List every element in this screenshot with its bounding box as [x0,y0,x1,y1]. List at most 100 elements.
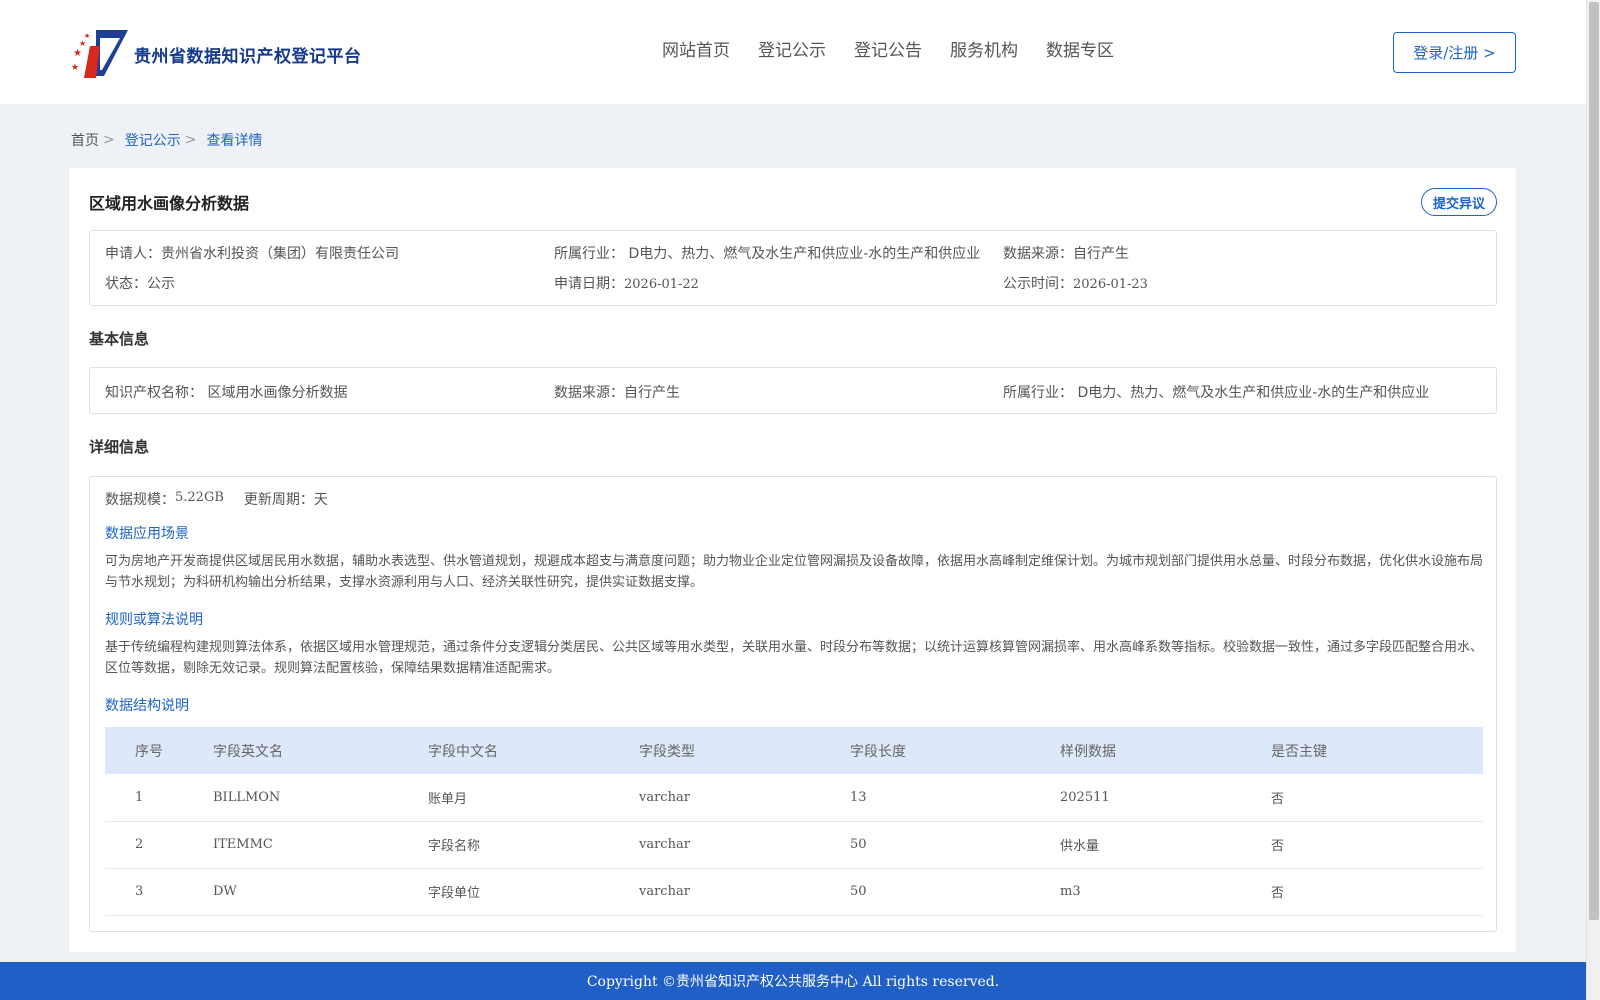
submit-objection-button[interactable]: 提交异议 [1421,188,1497,216]
source-label: 数据来源： [1003,246,1073,262]
nav-registration-announcement[interactable]: 登记公告 [854,36,922,61]
publish-time-field: 公示时间：2026-01-23 [1003,273,1148,293]
cycle-value: 天 [313,492,328,508]
industry-value: D电力、热力、燃气及水生产和供应业-水的生产和供应业 [628,246,981,262]
cell-primary-key: 否 [1271,774,1483,822]
nav-registration-publicity[interactable]: 登记公示 [758,36,826,61]
cell-type: varchar [639,868,850,916]
basic-industry-value: D电力、热力、燃气及水生产和供应业-水的生产和供应业 [1077,385,1430,401]
col-header-type: 字段类型 [639,727,850,774]
scale-value: 5.22GB [175,490,224,505]
ip-name-label: 知识产权名称： [105,385,203,401]
col-header-en-name: 字段英文名 [213,727,428,774]
ip-name-value: 区域用水画像分析数据 [207,385,348,401]
status-label: 状态： [105,276,147,292]
page-title: 区域用水画像分析数据 [89,194,250,213]
table-row: 3 DW 字段单位 varchar 50 m3 否 [105,868,1483,916]
ip-name-field: 知识产权名称： 区域用水画像分析数据 [105,382,347,402]
table-row: 1 BILLMON 账单月 varchar 13 202511 否 [105,774,1483,822]
structure-title: 数据结构说明 [105,698,189,714]
cycle-label: 更新周期： [243,492,314,508]
status-field: 状态：公示 [105,273,175,293]
cell-length: 13 [850,774,1060,822]
cell-sample: 202511 [1060,774,1271,822]
page-scrollbar[interactable] [1586,0,1600,1000]
source-value: 自行产生 [1073,246,1129,262]
basic-source-field: 数据来源：自行产生 [554,382,680,402]
detail-info-title: 详细信息 [89,438,150,456]
table-row: 2 ITEMMC 字段名称 varchar 50 供水量 否 [105,821,1483,869]
platform-logo-icon: ★ ★ ★ ★ [71,30,128,78]
cell-type: varchar [639,774,850,822]
breadcrumb-home[interactable]: 首页 [71,130,99,150]
cell-cn-name: 字段名称 [428,821,639,869]
col-header-primary-key: 是否主键 [1271,727,1483,774]
status-value: 公示 [147,276,175,292]
scale-label: 数据规模： [105,492,175,508]
applicant-label: 申请人： [105,246,161,262]
col-header-index: 序号 [105,727,213,774]
col-header-sample: 样例数据 [1060,727,1271,774]
detail-meta: 数据规模： 5.22GB 更新周期： 天 [105,489,328,509]
svg-text:★: ★ [79,39,86,48]
data-structure-table: 序号 字段英文名 字段中文名 字段类型 字段长度 样例数据 是否主键 1 BIL… [105,727,1483,916]
basic-source-value: 自行产生 [624,385,680,401]
breadcrumb-separator: > [103,132,115,148]
footer-copyright: Copyright ©贵州省知识产权公共服务中心 All rights rese… [586,974,1000,990]
scenario-text: 可为房地产开发商提供区域居民用水数据，辅助水表选型、供水管道规划，规避成本超支与… [105,554,1484,590]
brand[interactable]: ★ ★ ★ ★ 贵州省数据知识产权登记平台 [70,26,362,80]
col-header-length: 字段长度 [850,727,1060,774]
cell-index: 2 [105,821,213,869]
cell-sample: m3 [1060,868,1271,916]
basic-info-box: 知识产权名称： 区域用水画像分析数据 数据来源：自行产生 所属行业： D电力、热… [89,367,1497,414]
applicant-value: 贵州省水利投资（集团）有限责任公司 [161,246,399,262]
detail-card: 区域用水画像分析数据 提交异议 申请人：贵州省水利投资（集团）有限责任公司 所属… [69,168,1516,952]
login-register-button[interactable]: 登录/注册 > [1393,32,1516,73]
cell-cn-name: 账单月 [428,774,639,822]
svg-text:★: ★ [73,48,82,59]
platform-title: 贵州省数据知识产权登记平台 [134,46,362,67]
basic-industry-label: 所属行业： [1003,385,1073,401]
site-footer: Copyright ©贵州省知识产权公共服务中心 All rights rese… [0,962,1586,1000]
basic-info-row: 知识产权名称： 区域用水画像分析数据 数据来源：自行产生 所属行业： D电力、热… [90,376,1496,406]
industry-field: 所属行业： D电力、热力、燃气及水生产和供应业-水的生产和供应业 [554,243,980,263]
apply-date-field: 申请日期：2026-01-22 [554,273,699,293]
table-header-row: 序号 字段英文名 字段中文名 字段类型 字段长度 样例数据 是否主键 [105,727,1483,774]
source-field: 数据来源：自行产生 [1003,243,1129,263]
cell-primary-key: 否 [1271,868,1483,916]
main-nav: 网站首页 登记公示 登记公告 服务机构 数据专区 [662,36,1142,61]
cell-sample: 供水量 [1060,821,1271,869]
apply-date-label: 申请日期： [554,276,624,292]
summary-row: 申请人：贵州省水利投资（集团）有限责任公司 所属行业： D电力、热力、燃气及水生… [90,237,1496,267]
industry-label: 所属行业： [554,246,624,262]
basic-source-label: 数据来源： [554,385,624,401]
detail-info-box: 数据规模： 5.22GB 更新周期： 天 数据应用场景 可为房地产开发商提供区域… [89,476,1497,932]
cell-en-name: BILLMON [213,774,428,822]
col-header-cn-name: 字段中文名 [428,727,639,774]
cell-en-name: ITEMMC [213,821,428,869]
breadcrumb: 首页 > 登记公示 > 查看详情 [71,130,262,150]
scrollbar-thumb[interactable] [1589,2,1599,920]
scenario-title: 数据应用场景 [105,526,189,542]
svg-text:★: ★ [71,63,79,73]
algorithm-text: 基于传统编程构建规则算法体系，依据区域用水管理规范，通过条件分支逻辑分类居民、公… [105,640,1484,676]
breadcrumb-current: 查看详情 [206,133,263,149]
applicant-field: 申请人：贵州省水利投资（集团）有限责任公司 [105,243,399,263]
cell-type: varchar [639,821,850,869]
summary-row: 状态：公示 申请日期：2026-01-22 公示时间：2026-01-23 [90,267,1496,297]
nav-service-agencies[interactable]: 服务机构 [950,36,1018,61]
breadcrumb-registration-publicity[interactable]: 登记公示 [125,130,181,150]
nav-data-zone[interactable]: 数据专区 [1046,36,1114,61]
cell-length: 50 [850,821,1060,869]
summary-box: 申请人：贵州省水利投资（集团）有限责任公司 所属行业： D电力、热力、燃气及水生… [89,230,1497,306]
svg-text:★: ★ [84,32,90,40]
cell-index: 1 [105,774,213,822]
cell-en-name: DW [213,868,428,916]
cell-cn-name: 字段单位 [428,868,639,916]
cell-primary-key: 否 [1271,821,1483,869]
apply-date-value: 2026-01-22 [624,277,699,292]
algorithm-title: 规则或算法说明 [105,612,203,628]
site-header: ★ ★ ★ ★ 贵州省数据知识产权登记平台 网站首页 登记公示 登记公告 服务机… [0,0,1586,104]
nav-home[interactable]: 网站首页 [662,36,730,61]
cell-index: 3 [105,868,213,916]
